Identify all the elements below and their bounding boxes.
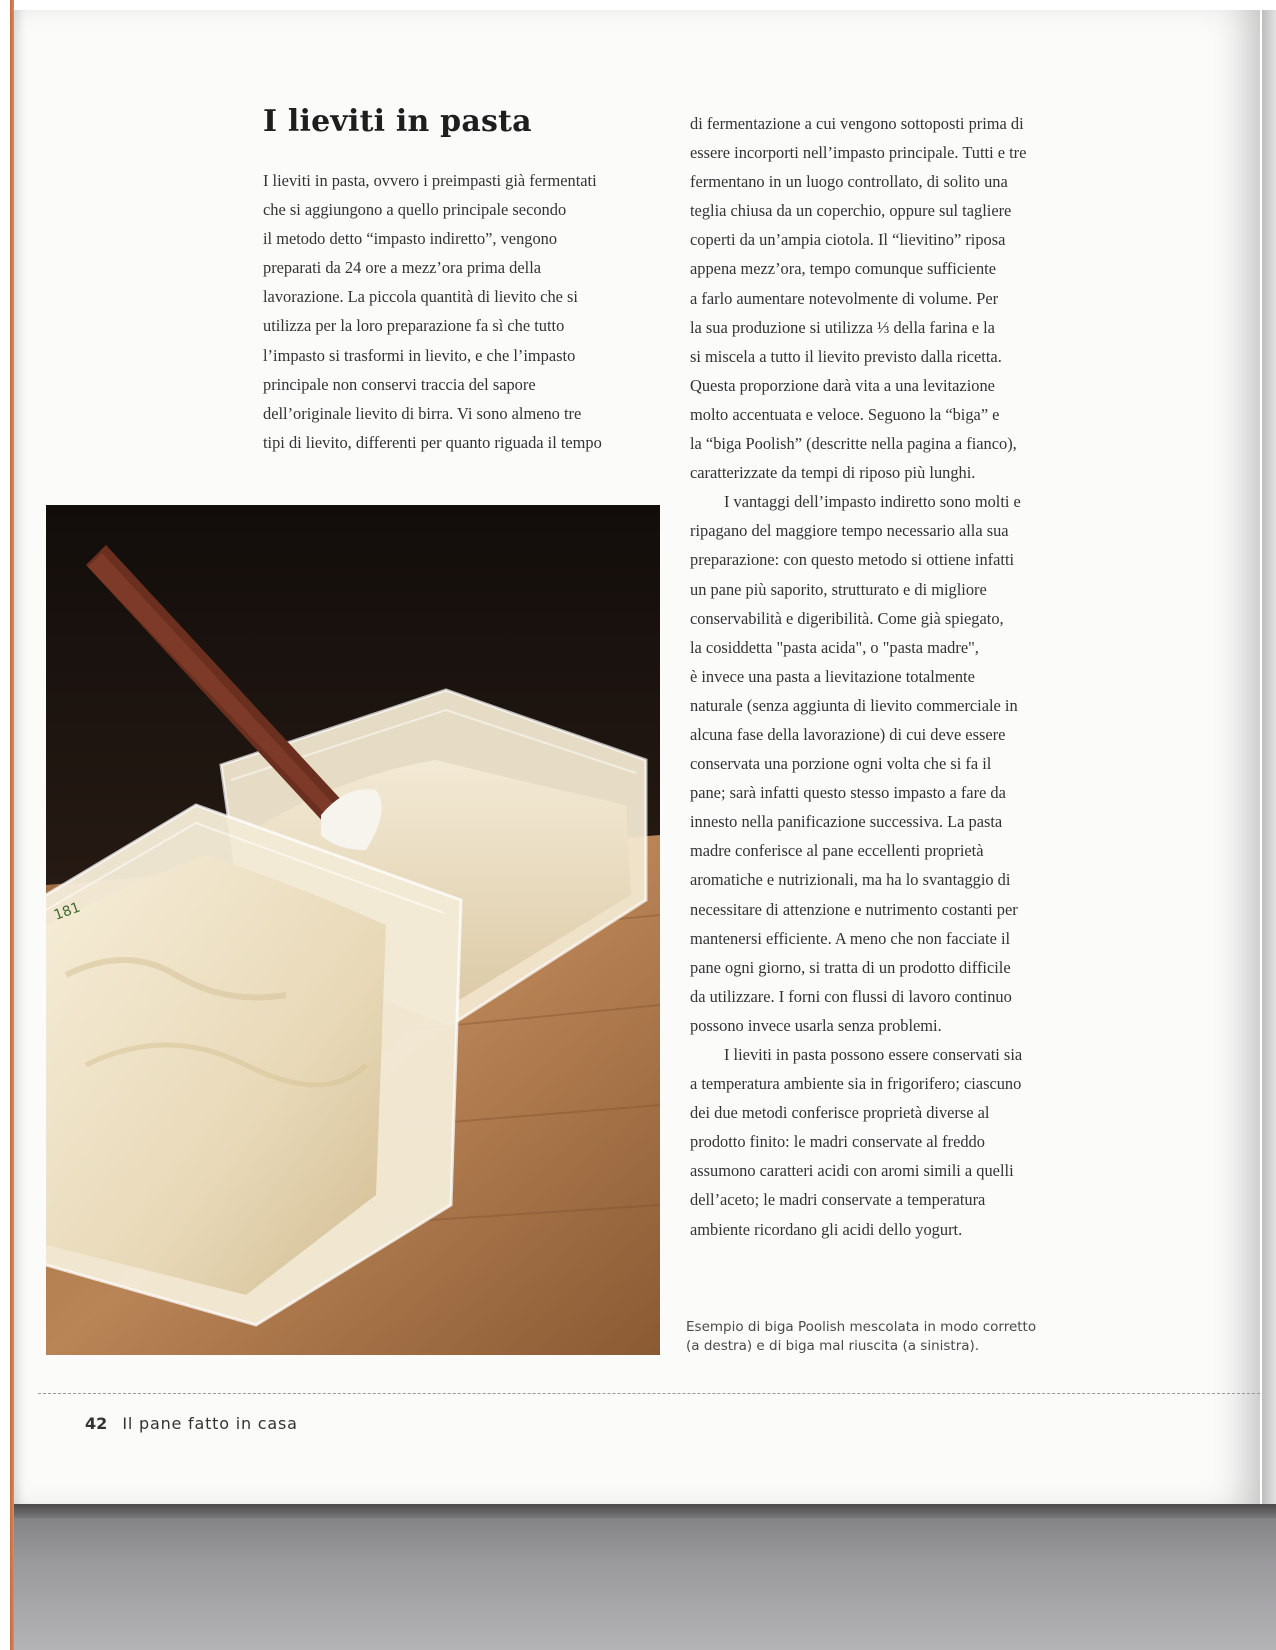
- text-line: naturale (senza aggiunta di lievito comm…: [690, 695, 1018, 715]
- text-line: a farlo aumentare notevolmente di volume…: [690, 288, 999, 308]
- text-line: un pane più saporito, strutturato e di m…: [690, 579, 987, 599]
- text-line: dell’originale lievito di birra. Vi sono…: [263, 403, 582, 423]
- text-line: teglia chiusa da un coperchio, oppure su…: [690, 201, 1012, 221]
- text-line: madre conferisce al pane eccellenti prop…: [690, 841, 984, 861]
- page-footer: 42 Il pane fatto in casa: [85, 1414, 298, 1433]
- text-line: necessitare di attenzione e nutrimento c…: [690, 899, 1018, 919]
- scan-edge: [0, 0, 14, 1650]
- text-line: fermentano in un luogo controllato, di s…: [690, 172, 1008, 192]
- text-line: caratterizzate da tempi di riposo più lu…: [690, 463, 976, 483]
- paragraph-start-line: I lieviti in pasta possono essere conser…: [724, 1045, 1023, 1064]
- page-number: 42: [85, 1414, 108, 1433]
- text-line: appena mezz’ora, tempo comunque sufficie…: [690, 259, 996, 279]
- text-line: coperti da un’ampia ciotola. Il “lieviti…: [690, 230, 1006, 250]
- text-line: essere incorporti nell’impasto principal…: [690, 143, 1027, 163]
- text-line: possono invece usarla senza problemi.: [690, 1015, 942, 1035]
- text-line: la cosiddetta "pasta acida", o "pasta ma…: [690, 637, 979, 657]
- right-text-column: di fermentazione a cui vengono sottopost…: [690, 109, 1110, 1244]
- text-line: lavorazione. La piccola quantità di liev…: [263, 287, 578, 307]
- text-line: la sua produzione si utilizza ⅓ della fa…: [690, 317, 995, 337]
- text-line: pane ogni giorno, si tratta di un prodot…: [690, 957, 1011, 977]
- text-line: di fermentazione a cui vengono sottopost…: [690, 114, 1024, 133]
- running-title: Il pane fatto in casa: [122, 1414, 298, 1433]
- text-line: alcuna fase della lavorazione) di cui de…: [690, 724, 1006, 744]
- photo-dough-containers: 181: [46, 505, 660, 1355]
- text-line: la “biga Poolish” (descritte nella pagin…: [690, 434, 1017, 454]
- photo-illustration: 181: [46, 505, 660, 1355]
- text-line: pane; sarà infatti questo stesso impasto…: [690, 783, 1006, 803]
- page-gutter-shadow: [1262, 10, 1276, 1510]
- text-line: molto accentuata e veloce. Seguono la “b…: [690, 404, 1000, 424]
- text-line: è invece una pasta a lievitazione totalm…: [690, 666, 975, 686]
- text-line: aromatiche e nutrizionali, ma ha lo svan…: [690, 870, 1011, 890]
- text-line: conservata una porzione ogni volta che s…: [690, 754, 992, 774]
- text-line: preparati da 24 ore a mezz’ora prima del…: [263, 258, 542, 278]
- text-line: mantenersi efficiente. A meno che non fa…: [690, 928, 1011, 948]
- text-line: prodotto finito: le madri conservate al …: [690, 1132, 985, 1152]
- text-line: il metodo detto “impasto indiretto”, ven…: [263, 229, 558, 249]
- text-line: preparazione: con questo metodo si ottie…: [690, 550, 1015, 570]
- text-line: assumono caratteri acidi con aromi simil…: [690, 1161, 1014, 1181]
- text-line: dei due metodi conferisce proprietà dive…: [690, 1103, 990, 1123]
- text-line: che si aggiungono a quello principale se…: [263, 200, 567, 220]
- text-line: innesto nella panificazione successiva. …: [690, 812, 1003, 832]
- photo-caption: Esempio di biga Poolish mescolata in mod…: [686, 1318, 1106, 1356]
- text-line: da utilizzare. I forni con flussi di lav…: [690, 986, 1012, 1006]
- scanner-background: [14, 1504, 1276, 1650]
- text-line: si miscela a tutto il lievito previsto d…: [690, 346, 1002, 366]
- page-title: I lieviti in pasta: [263, 104, 532, 139]
- text-line: ripagano del maggiore tempo necessario a…: [690, 521, 1009, 541]
- text-line: dell’aceto; le madri conservate a temper…: [690, 1190, 986, 1210]
- caption-line: Esempio di biga Poolish mescolata in mod…: [686, 1319, 1037, 1335]
- text-line: principale non conservi traccia del sapo…: [263, 374, 536, 394]
- text-line: utilizza per la loro preparazione fa sì …: [263, 316, 565, 336]
- text-line: ambiente ricordano gli acidi dello yogur…: [690, 1219, 963, 1239]
- text-line: conservabilità e digeribilità. Come già …: [690, 608, 1004, 628]
- paragraph-start-line: I vantaggi dell’impasto indiretto sono m…: [724, 492, 1021, 512]
- scanner-edge-strip: [14, 1504, 1276, 1518]
- text-line: l’impasto si trasformi in lievito, e che…: [263, 345, 576, 365]
- text-line: a temperatura ambiente sia in frigorifer…: [690, 1074, 1022, 1094]
- text-line: I lieviti in pasta, ovvero i preimpasti …: [263, 171, 597, 190]
- footer-divider: [38, 1393, 1260, 1394]
- left-text-column: I lieviti in pasta, ovvero i preimpasti …: [263, 166, 673, 457]
- text-line: Questa proporzione darà vita a una levit…: [690, 375, 995, 395]
- caption-line: (a destra) e di biga mal riuscita (a sin…: [686, 1338, 980, 1354]
- text-line: tipi di lievito, differenti per quanto r…: [263, 432, 602, 452]
